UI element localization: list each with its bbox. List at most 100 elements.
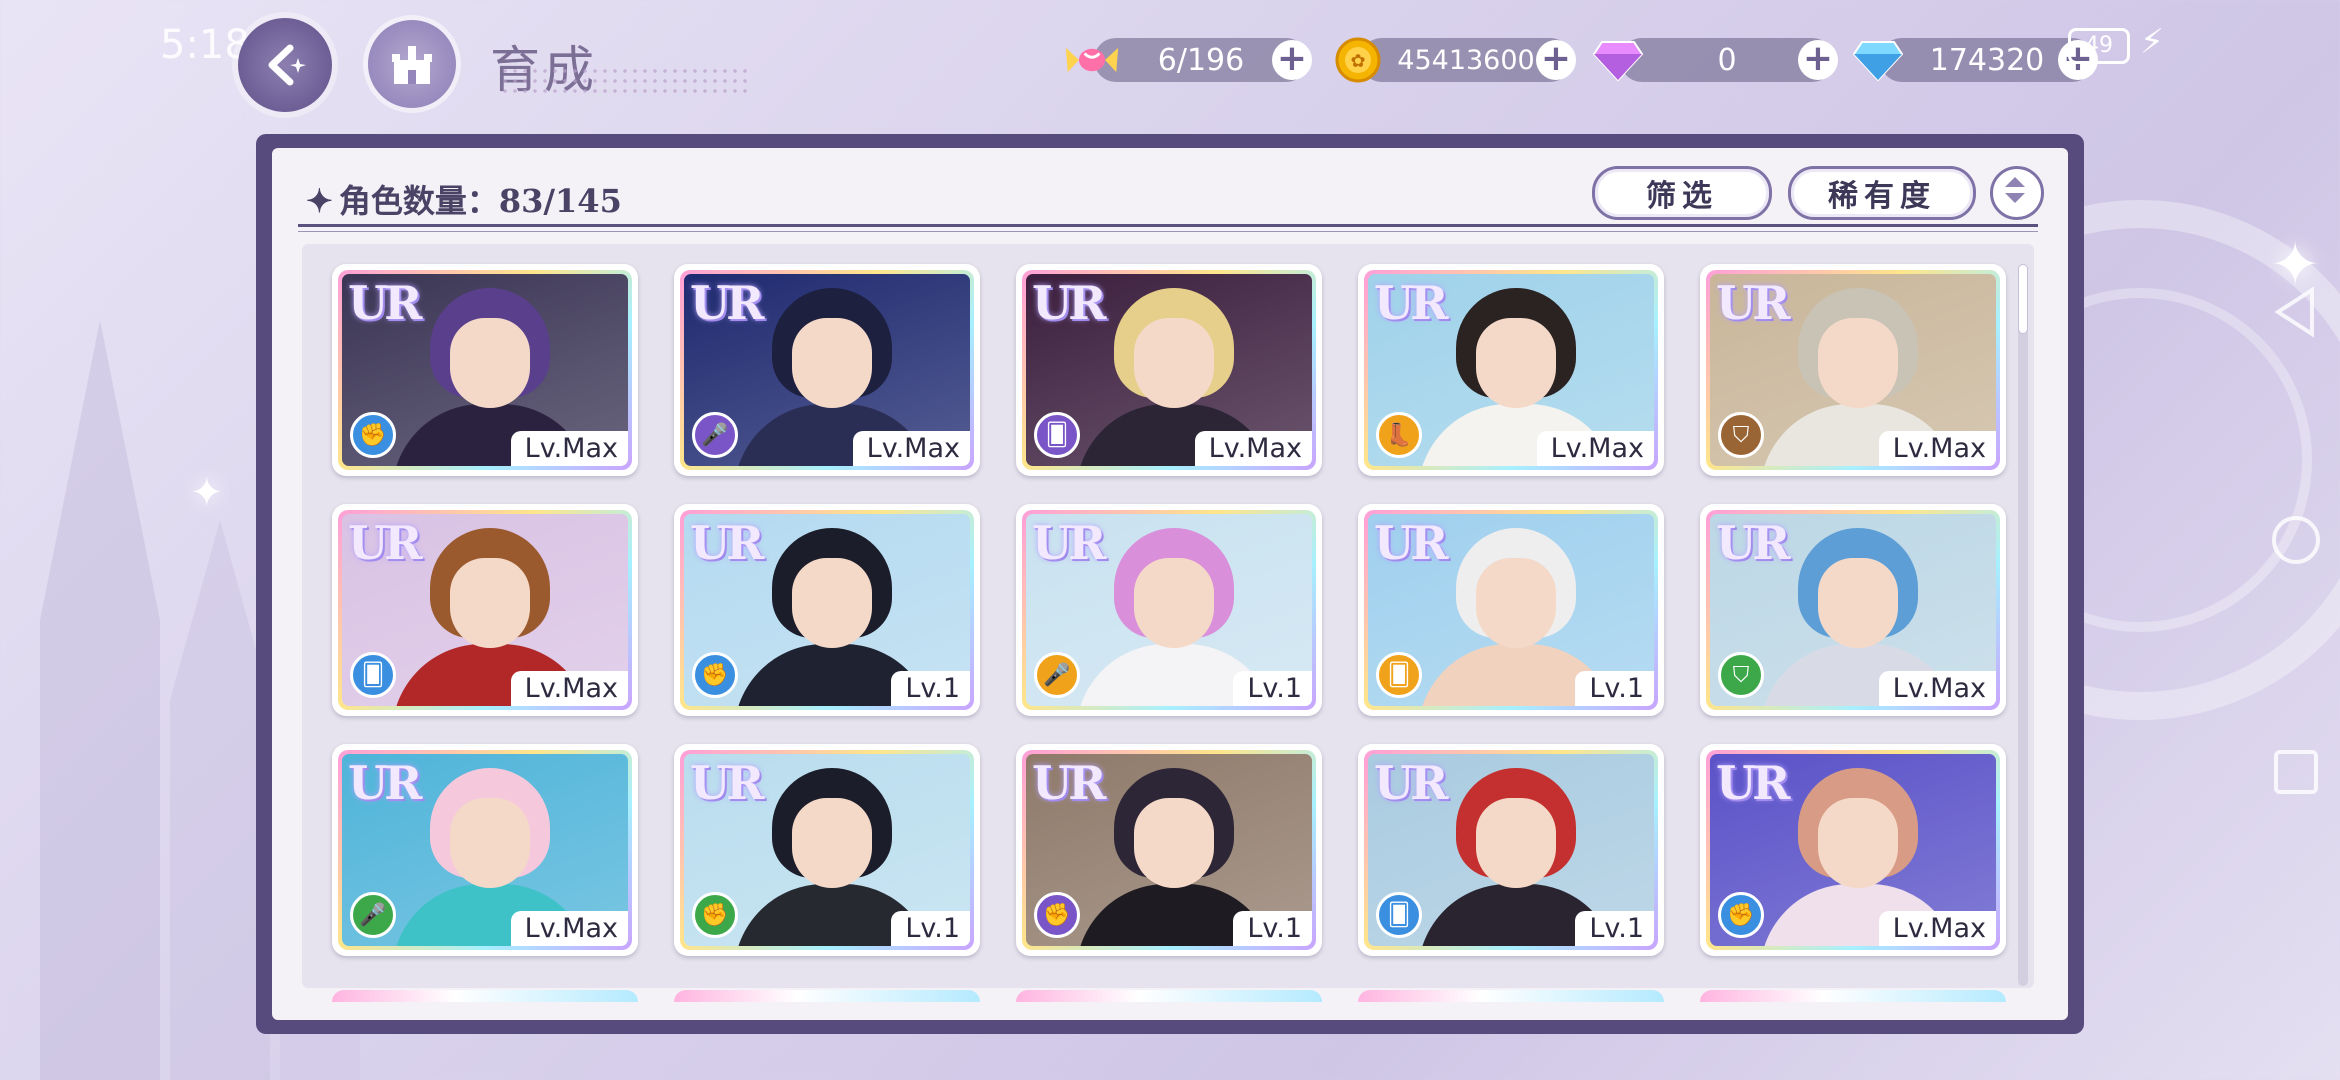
scrollbar-thumb[interactable]	[2018, 264, 2028, 334]
character-card[interactable]: UR ⛉ Lv.Max	[1700, 504, 2006, 716]
rarity-badge: UR	[690, 276, 764, 330]
character-card[interactable]: UR ⛉ Lv.Max	[1700, 264, 2006, 476]
fist-icon: ✊	[692, 652, 738, 698]
portrait-face	[1818, 558, 1898, 648]
card-frame: UR ✊ Lv.1	[680, 510, 974, 710]
svg-text:✿: ✿	[1350, 51, 1365, 72]
grid-scrollbar[interactable]	[2018, 264, 2028, 986]
character-card[interactable]: UR 🎤 Lv.1	[1016, 504, 1322, 716]
resource-candy: 6/196 +	[1065, 38, 1312, 82]
boot-icon: 👢	[1376, 412, 1422, 458]
mic-icon: 🎤	[692, 412, 738, 458]
character-count-text: 角色数量：83/145	[338, 182, 622, 220]
mic-icon: 🎤	[1034, 652, 1080, 698]
character-card[interactable]: UR 🂠 Lv.Max	[332, 504, 638, 716]
portrait-face	[1476, 318, 1556, 408]
gold-coin-icon: ✿	[1330, 32, 1386, 88]
character-portrait: UR 🂠 Lv.Max	[1026, 274, 1312, 466]
portrait-face	[1134, 318, 1214, 408]
rarity-badge: UR	[1032, 516, 1106, 570]
candy-icon	[1064, 32, 1120, 88]
card-frame: UR ✊ Lv.Max	[1706, 750, 2000, 950]
fist-icon: ✊	[1718, 892, 1764, 938]
resource-pink-gem: 0 +	[1592, 38, 1838, 82]
nav-recents-icon[interactable]	[2268, 744, 2324, 800]
rarity-badge: UR	[1032, 756, 1106, 810]
home-button[interactable]	[368, 20, 456, 108]
rarity-badge: UR	[1716, 276, 1790, 330]
card-frame: UR ✊ Lv.1	[680, 750, 974, 950]
character-card-partial[interactable]	[1016, 990, 1322, 1002]
pink-diamond-icon	[1590, 32, 1646, 88]
sort-order-toggle[interactable]	[1990, 166, 2044, 220]
nav-home-icon[interactable]	[2268, 512, 2324, 568]
rarity-badge: UR	[1716, 516, 1790, 570]
card-frame: UR 🂠 Lv.1	[1364, 750, 1658, 950]
level-label: Lv.Max	[510, 671, 628, 706]
character-card[interactable]: UR 👢 Lv.Max	[1358, 264, 1664, 476]
character-portrait: UR ✊ Lv.1	[1026, 754, 1312, 946]
level-label: Lv.Max	[1878, 431, 1996, 466]
add-pink-gem-button[interactable]: +	[1798, 40, 1838, 80]
rarity-badge: UR	[690, 756, 764, 810]
title-decoration	[500, 66, 750, 96]
character-card[interactable]: UR 🎤 Lv.Max	[674, 264, 980, 476]
character-card-partial[interactable]	[674, 990, 980, 1002]
level-label: Lv.1	[1233, 911, 1312, 946]
card-frame: UR 🂠 Lv.Max	[338, 510, 632, 710]
card-frame: UR 🎤 Lv.Max	[338, 750, 632, 950]
header-divider	[298, 231, 2038, 232]
card-frame: UR 🂠 Lv.1	[1364, 510, 1658, 710]
character-card-partial[interactable]	[1358, 990, 1664, 1002]
back-button[interactable]	[238, 18, 332, 112]
card-frame: UR ⛉ Lv.Max	[1706, 270, 2000, 470]
character-card[interactable]: UR ✊ Lv.1	[674, 504, 980, 716]
portrait-face	[1134, 558, 1214, 648]
shield-icon: ⛉	[1718, 412, 1764, 458]
fist-icon: ✊	[350, 412, 396, 458]
rarity-badge: UR	[348, 276, 422, 330]
card-frame: UR 🂠 Lv.Max	[1022, 270, 1316, 470]
level-label: Lv.Max	[510, 911, 628, 946]
rarity-badge: UR	[1374, 756, 1448, 810]
rarity-badge: UR	[1374, 516, 1448, 570]
character-card[interactable]: UR 🂠 Lv.1	[1358, 744, 1664, 956]
character-portrait: UR 🎤 Lv.Max	[342, 754, 628, 946]
character-card[interactable]: UR 🂠 Lv.Max	[1016, 264, 1322, 476]
character-card[interactable]: UR ✊ Lv.Max	[332, 264, 638, 476]
character-portrait: UR 🂠 Lv.1	[1368, 514, 1654, 706]
rarity-badge: UR	[1032, 276, 1106, 330]
status-time: 5:18	[160, 22, 250, 68]
sparkle-icon: ✦	[306, 182, 333, 220]
rarity-badge: UR	[1374, 276, 1448, 330]
character-card-partial[interactable]	[1700, 990, 2006, 1002]
level-label: Lv.1	[1575, 671, 1654, 706]
cards-icon: 🂠	[1034, 412, 1080, 458]
character-portrait: UR ✊ Lv.1	[684, 754, 970, 946]
character-portrait: UR 🂠 Lv.Max	[342, 514, 628, 706]
character-portrait: UR ✊ Lv.Max	[1710, 754, 1996, 946]
character-card-partial[interactable]	[332, 990, 638, 1002]
card-frame: UR 🎤 Lv.Max	[680, 270, 974, 470]
character-card[interactable]: UR 🂠 Lv.1	[1358, 504, 1664, 716]
level-label: Lv.1	[1575, 911, 1654, 946]
rarity-sort-button[interactable]: 稀有度	[1788, 166, 1976, 220]
character-portrait: UR ✊ Lv.Max	[342, 274, 628, 466]
character-card[interactable]: UR 🎤 Lv.Max	[332, 744, 638, 956]
portrait-face	[1134, 798, 1214, 888]
level-label: Lv.Max	[1194, 431, 1312, 466]
back-arrow-icon	[268, 44, 306, 86]
character-portrait: UR 👢 Lv.Max	[1368, 274, 1654, 466]
charging-icon: ⚡	[2140, 22, 2164, 62]
character-card[interactable]: UR ✊ Lv.Max	[1700, 744, 2006, 956]
add-gold-button[interactable]: +	[1536, 40, 1576, 80]
level-label: Lv.Max	[852, 431, 970, 466]
character-card[interactable]: UR ✊ Lv.1	[1016, 744, 1322, 956]
character-portrait: UR ✊ Lv.1	[684, 514, 970, 706]
filter-button[interactable]: 筛选	[1592, 166, 1772, 220]
add-candy-button[interactable]: +	[1272, 40, 1312, 80]
nav-back-icon[interactable]	[2268, 284, 2324, 340]
card-frame: UR ⛉ Lv.Max	[1706, 510, 2000, 710]
character-card[interactable]: UR ✊ Lv.1	[674, 744, 980, 956]
blue-diamond-icon	[1850, 32, 1906, 88]
